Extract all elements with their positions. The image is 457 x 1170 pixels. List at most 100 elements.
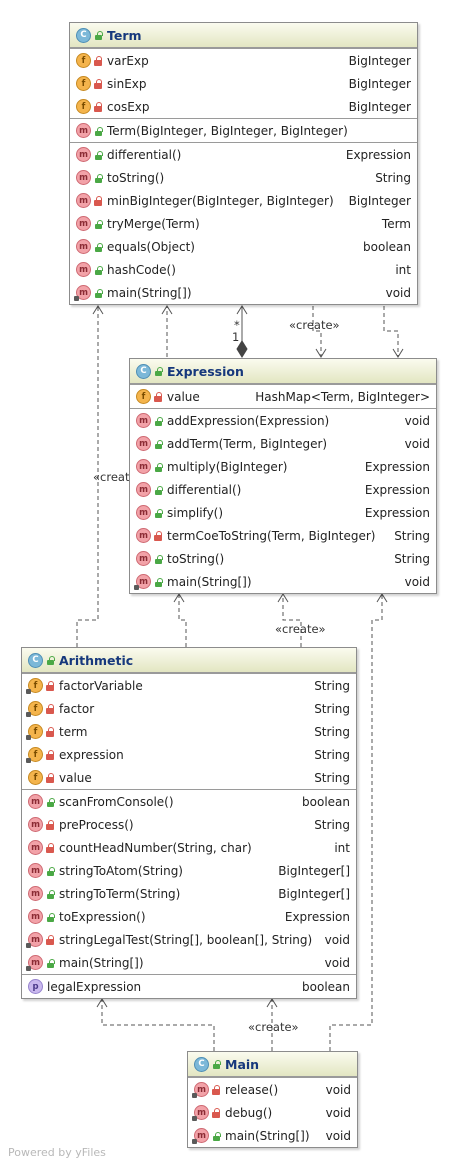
create-label: «create»: [275, 622, 326, 636]
method-row[interactable]: m release() void: [188, 1078, 357, 1101]
private-icon: [46, 703, 55, 714]
method-row[interactable]: m toString() String: [130, 547, 436, 570]
method-type: String: [314, 817, 350, 832]
constructor-name: Term(BigInteger, BigInteger, BigInteger): [107, 123, 348, 138]
method-row[interactable]: m scanFromConsole() boolean: [22, 790, 356, 813]
field-row[interactable]: f term String: [22, 720, 356, 743]
method-name: preProcess(): [59, 817, 134, 832]
public-icon: [94, 265, 103, 275]
field-row[interactable]: f factor String: [22, 697, 356, 720]
method-name: toExpression(): [59, 909, 146, 924]
field-name: sinExp: [107, 76, 147, 91]
method-name: addExpression(Expression): [167, 413, 330, 428]
methods-section: m differential() Expression m toString()…: [70, 142, 417, 304]
class-icon: C: [194, 1056, 209, 1072]
field-row[interactable]: f expression String: [22, 743, 356, 766]
constructor-row[interactable]: m Term(BigInteger, BigInteger, BigIntege…: [70, 119, 417, 142]
properties-section: p legalExpression boolean: [22, 974, 356, 998]
method-type: void: [404, 574, 430, 589]
public-icon: [46, 912, 55, 922]
method-row[interactable]: m minBigInteger(BigInteger, BigInteger) …: [70, 189, 417, 212]
method-row[interactable]: m addTerm(Term, BigInteger) void: [130, 432, 436, 455]
field-icon: f: [28, 770, 43, 785]
method-icon: m: [136, 482, 151, 497]
method-row[interactable]: m main(String[]) void: [70, 281, 417, 304]
method-name: debug(): [225, 1105, 273, 1120]
method-row[interactable]: m termCoeToString(Term, BigInteger) Stri…: [130, 524, 436, 547]
method-row[interactable]: m preProcess() String: [22, 813, 356, 836]
method-row[interactable]: m differential() Expression: [70, 143, 417, 166]
field-row[interactable]: f varExp BigInteger: [70, 49, 417, 72]
property-row[interactable]: p legalExpression boolean: [22, 975, 356, 998]
method-row[interactable]: m main(String[]) void: [22, 951, 356, 974]
static-method-icon: m: [74, 285, 91, 301]
static-field-icon: f: [26, 747, 43, 763]
method-row[interactable]: m main(String[]) void: [188, 1124, 357, 1147]
method-row[interactable]: m toString() String: [70, 166, 417, 189]
private-icon: [46, 749, 55, 760]
method-type: void: [324, 955, 350, 970]
private-icon: [154, 391, 163, 402]
method-icon: m: [136, 551, 151, 566]
method-row[interactable]: m differential() Expression: [130, 478, 436, 501]
method-row[interactable]: m tryMerge(Term) Term: [70, 212, 417, 235]
method-icon: m: [76, 170, 91, 185]
public-icon: [46, 655, 55, 665]
method-row[interactable]: m debug() void: [188, 1101, 357, 1124]
method-name: minBigInteger(BigInteger, BigInteger): [107, 193, 334, 208]
field-row[interactable]: f sinExp BigInteger: [70, 72, 417, 95]
field-type: String: [314, 770, 350, 785]
class-term[interactable]: C Term f varExp BigInteger f sinExp BigI…: [69, 22, 418, 305]
method-row[interactable]: m hashCode() int: [70, 258, 417, 281]
class-header: C Arithmetic: [22, 648, 356, 673]
method-row[interactable]: m simplify() Expression: [130, 501, 436, 524]
method-row[interactable]: m countHeadNumber(String, char) int: [22, 836, 356, 859]
method-type: Expression: [364, 505, 430, 520]
method-type: String: [375, 170, 411, 185]
static-field-icon: f: [26, 701, 43, 717]
method-type: boolean: [302, 794, 350, 809]
static-field-icon: f: [26, 724, 43, 740]
field-type: BigInteger: [348, 53, 411, 68]
field-type: String: [314, 724, 350, 739]
class-header: C Main: [188, 1052, 357, 1077]
method-row[interactable]: m equals(Object) boolean: [70, 235, 417, 258]
method-row[interactable]: m stringToTerm(String) BigInteger[]: [22, 882, 356, 905]
method-row[interactable]: m stringToAtom(String) BigInteger[]: [22, 859, 356, 882]
public-icon: [94, 126, 103, 136]
method-name: differential(): [167, 482, 242, 497]
method-row[interactable]: m addExpression(Expression) void: [130, 409, 436, 432]
method-row[interactable]: m stringLegalTest(String[], boolean[], S…: [22, 928, 356, 951]
field-row[interactable]: f value HashMap<Term, BigInteger>: [130, 385, 436, 408]
class-icon: C: [76, 27, 91, 43]
property-name: legalExpression: [47, 979, 142, 994]
method-icon: m: [28, 840, 43, 855]
method-icon: m: [136, 505, 151, 520]
field-name: expression: [59, 747, 124, 762]
method-row[interactable]: m toExpression() Expression: [22, 905, 356, 928]
method-row[interactable]: m multiply(BigInteger) Expression: [130, 455, 436, 478]
method-name: toString(): [167, 551, 225, 566]
public-icon: [94, 288, 103, 298]
method-name: main(String[]): [59, 955, 144, 970]
property-type: boolean: [302, 979, 350, 994]
methods-section: m scanFromConsole() boolean m preProcess…: [22, 789, 356, 974]
method-icon: m: [76, 123, 91, 138]
class-icon: C: [28, 652, 43, 668]
field-type: String: [314, 678, 350, 693]
class-expression[interactable]: C Expression f value HashMap<Term, BigIn…: [129, 358, 437, 594]
private-icon: [212, 1084, 221, 1095]
private-icon: [212, 1107, 221, 1118]
public-icon: [154, 416, 163, 426]
method-type: void: [325, 1082, 351, 1097]
methods-section: m addExpression(Expression) void m addTe…: [130, 408, 436, 593]
field-row[interactable]: f cosExp BigInteger: [70, 95, 417, 118]
class-arithmetic[interactable]: C Arithmetic f factorVariable String f f…: [21, 647, 357, 999]
field-row[interactable]: f factorVariable String: [22, 674, 356, 697]
method-row[interactable]: m main(String[]) void: [130, 570, 436, 593]
class-header: C Expression: [130, 359, 436, 384]
field-row[interactable]: f value String: [22, 766, 356, 789]
public-icon: [94, 219, 103, 229]
private-icon: [94, 55, 103, 66]
class-main[interactable]: C Main m release() void m debug() void m…: [187, 1051, 358, 1148]
